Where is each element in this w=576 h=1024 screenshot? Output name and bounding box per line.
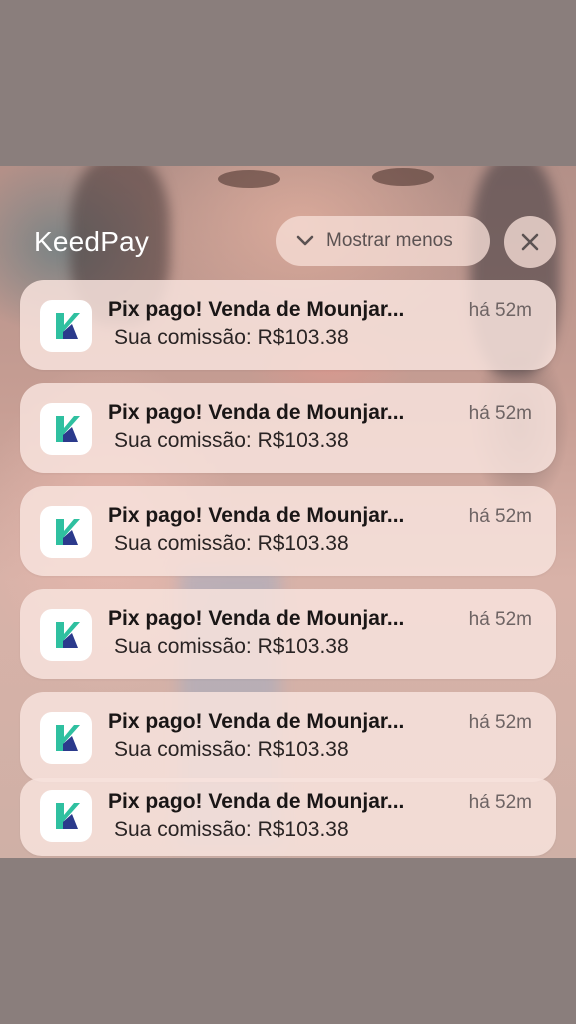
chevron-down-icon [296, 235, 314, 246]
notification-body: Sua comissão: R$103.38 [114, 635, 349, 658]
clear-notifications-button[interactable] [504, 216, 556, 268]
keedpay-logo-icon [40, 712, 92, 764]
notification-title: Pix pago! Venda de Mounjar... [108, 790, 405, 813]
keedpay-logo-icon [40, 790, 92, 842]
notification-time: há 52m [468, 792, 532, 813]
keedpay-logo-icon [40, 403, 92, 455]
notification-group-header: KeedPay Mostrar menos [0, 214, 576, 270]
notification-body: Sua comissão: R$103.38 [114, 532, 349, 555]
notification-body: Sua comissão: R$103.38 [114, 738, 349, 761]
notification-card[interactable]: Pix pago! Venda de Mounjar... Sua comissã… [20, 486, 556, 576]
notification-title: Pix pago! Venda de Mounjar... [108, 298, 405, 321]
notification-card[interactable]: Pix pago! Venda de Mounjar... Sua comissã… [20, 280, 556, 370]
app-name: KeedPay [34, 226, 150, 257]
notification-title: Pix pago! Venda de Mounjar... [108, 401, 405, 424]
keedpay-logo-icon [40, 609, 92, 661]
notification-title: Pix pago! Venda de Mounjar... [108, 504, 405, 527]
notification-time: há 52m [468, 712, 532, 733]
notification-card[interactable]: Pix pago! Venda de Mounjar... Sua comissã… [20, 778, 556, 856]
notification-time: há 52m [468, 506, 532, 527]
close-icon [521, 233, 539, 251]
keedpay-logo-icon [40, 506, 92, 558]
show-less-label: Mostrar menos [326, 230, 453, 251]
notification-title: Pix pago! Venda de Mounjar... [108, 607, 405, 630]
notification-time: há 52m [468, 300, 532, 321]
notification-card[interactable]: Pix pago! Venda de Mounjar... Sua comissã… [20, 383, 556, 473]
notification-title: Pix pago! Venda de Mounjar... [108, 710, 405, 733]
notification-time: há 52m [468, 403, 532, 424]
notification-card[interactable]: Pix pago! Venda de Mounjar... Sua comissã… [20, 589, 556, 679]
show-less-button[interactable]: Mostrar menos [276, 216, 490, 266]
notification-body: Sua comissão: R$103.38 [114, 429, 349, 452]
notification-card[interactable]: Pix pago! Venda de Mounjar... Sua comissã… [20, 692, 556, 782]
keedpay-logo-icon [40, 300, 92, 352]
notification-body: Sua comissão: R$103.38 [114, 326, 349, 349]
notification-time: há 52m [468, 609, 532, 630]
notification-body: Sua comissão: R$103.38 [114, 818, 349, 841]
